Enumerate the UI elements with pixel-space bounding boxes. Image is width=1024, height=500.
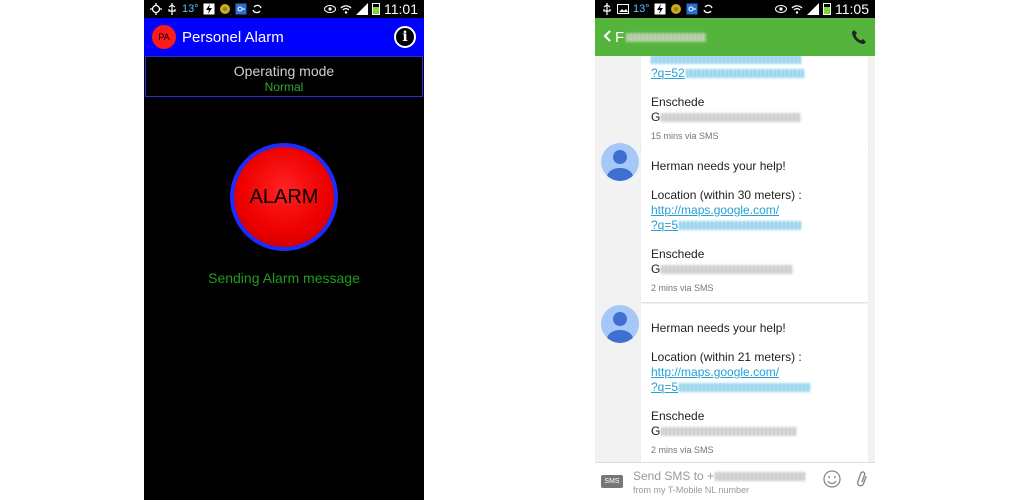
smiley-icon[interactable] — [823, 470, 841, 493]
signal-icon — [356, 3, 368, 15]
wifi-icon — [340, 3, 352, 15]
eye-icon — [775, 3, 787, 15]
message-city: Enschede — [651, 409, 705, 423]
message-bubble[interactable]: ?q=52 Enschede G 15 mins via SMS — [641, 56, 868, 150]
info-icon[interactable]: i — [394, 26, 416, 48]
app-logo: PA — [152, 25, 176, 49]
avatar — [601, 143, 639, 181]
flash-icon — [203, 3, 215, 15]
app-title: Personel Alarm — [182, 28, 284, 46]
message-thread[interactable]: ?q=52 Enschede G 15 mins via SMS Herman … — [595, 56, 875, 462]
message-location: Location (within 21 meters) : — [651, 350, 802, 364]
compose-subtext: from my T-Mobile NL number — [633, 484, 750, 495]
operating-mode-panel: Operating mode Normal — [145, 56, 423, 97]
message-city: Enschede — [651, 95, 705, 109]
app-bar: PA Personel Alarm i — [144, 18, 424, 56]
temperature: 13° — [182, 3, 199, 15]
message-bubble[interactable]: Herman needs your help! Location (within… — [641, 304, 868, 462]
compose-input[interactable]: Send SMS to + from my T-Mobile NL number — [633, 469, 806, 495]
flash-icon — [654, 3, 666, 15]
contact-name: F — [615, 29, 707, 46]
battery-icon — [823, 3, 831, 15]
status-bar: 13° 11:05 — [595, 0, 875, 18]
wifi-icon — [791, 3, 803, 15]
compose-bar: SMS Send SMS to + from my T-Mobile NL nu… — [595, 462, 875, 500]
alarm-status-text: Sending Alarm message — [208, 270, 360, 286]
usb-icon — [166, 3, 178, 15]
message-meta: 2 mins via SMS — [651, 283, 714, 293]
alarm-button[interactable]: ALARM — [230, 143, 338, 251]
avatar — [601, 305, 639, 343]
location-icon — [150, 3, 162, 15]
paperclip-icon[interactable] — [855, 470, 869, 493]
message-meta: 2 mins via SMS — [651, 445, 714, 455]
message-headline: Herman needs your help! — [651, 159, 786, 173]
message-link[interactable]: ?q=52 — [651, 66, 685, 80]
app-notification-icon — [670, 3, 682, 15]
alarm-app-screen: 13° 11:01 PA Personel Alarm i Operating … — [144, 0, 424, 500]
gallery-icon — [617, 3, 629, 15]
conversation-header: F — [595, 18, 875, 56]
key-icon — [235, 3, 247, 15]
sync-icon — [251, 3, 263, 15]
phone-icon[interactable] — [851, 29, 867, 45]
message-bubble[interactable]: Herman needs your help! Location (within… — [641, 142, 868, 302]
clock: 11:01 — [384, 1, 418, 17]
usb-icon — [601, 3, 613, 15]
message-city: Enschede — [651, 247, 705, 261]
message-location: Location (within 30 meters) : — [651, 188, 802, 202]
back-icon[interactable] — [603, 29, 611, 45]
message-link[interactable]: http://maps.google.com/ — [651, 365, 858, 380]
app-notification-icon — [219, 3, 231, 15]
clock: 11:05 — [835, 1, 869, 17]
eye-icon — [324, 3, 336, 15]
sms-app-screen: 13° 11:05 F ?q=52 Enschede G 15 mins via… — [595, 0, 875, 500]
sync-icon — [702, 3, 714, 15]
key-icon — [686, 3, 698, 15]
signal-icon — [807, 3, 819, 15]
status-bar: 13° 11:01 — [144, 0, 424, 18]
temperature: 13° — [633, 3, 650, 15]
battery-icon — [372, 3, 380, 15]
sms-type-icon[interactable]: SMS — [601, 475, 623, 488]
operating-mode-label: Operating mode — [233, 63, 335, 79]
operating-mode-value: Normal — [264, 80, 304, 94]
message-headline: Herman needs your help! — [651, 321, 786, 335]
message-link[interactable]: http://maps.google.com/ — [651, 203, 858, 218]
